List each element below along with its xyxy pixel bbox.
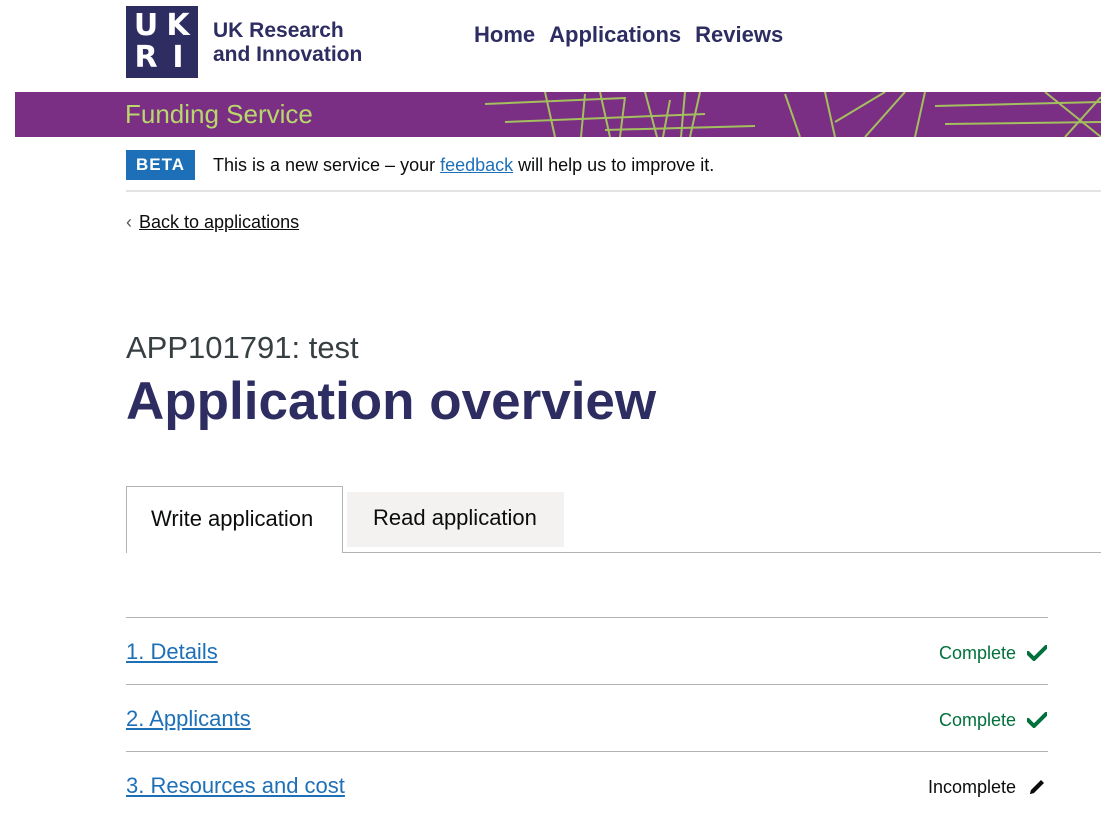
status-complete: Complete: [939, 709, 1048, 731]
task-list: 1. Details Complete 2. Applicants Comple…: [126, 617, 1048, 814]
nav-reviews[interactable]: Reviews: [695, 22, 783, 48]
tab-list: Write application Read application: [126, 486, 1101, 553]
nav-applications[interactable]: Applications: [549, 22, 681, 48]
nav-home[interactable]: Home: [474, 22, 535, 48]
main-navigation: Home Applications Reviews: [474, 22, 783, 48]
logo-letter: K: [166, 8, 190, 43]
page-title: Application overview: [126, 372, 657, 431]
status-text: Complete: [938, 710, 1016, 730]
status-text: Incomplete: [927, 777, 1016, 797]
application-caption: APP101791: test: [126, 330, 359, 365]
task-resources-and-cost-link[interactable]: 3. Resources and cost: [126, 773, 345, 799]
banner-text-before: This is a new service – your: [213, 155, 441, 175]
tab-read-application[interactable]: Read application: [347, 492, 564, 547]
beta-tag: BETA: [126, 150, 196, 180]
task-list-item: 1. Details Complete: [126, 617, 1048, 684]
logo-letter: I: [172, 40, 184, 75]
decorative-line-pattern: [485, 92, 1101, 137]
check-icon: [1026, 709, 1048, 731]
chevron-left-icon: ‹: [126, 212, 132, 232]
logo-letter: R: [134, 40, 158, 75]
pencil-icon: [1026, 776, 1048, 798]
back-to-applications-link[interactable]: Back to applications: [139, 211, 299, 233]
task-list-item: 3. Resources and cost Incomplete: [126, 751, 1048, 814]
task-applicants-link[interactable]: 2. Applicants: [126, 706, 251, 732]
logo-letter: U: [133, 8, 159, 43]
status-text: Complete: [938, 643, 1016, 663]
service-name-bar: Funding Service: [15, 92, 1101, 137]
banner-text-after: will help us to improve it.: [513, 155, 715, 175]
check-icon: [1026, 642, 1048, 664]
status-complete: Complete: [939, 642, 1048, 664]
task-details-link[interactable]: 1. Details: [126, 639, 218, 665]
feedback-link[interactable]: feedback: [440, 155, 513, 175]
tab-write-application[interactable]: Write application: [126, 486, 343, 553]
phase-banner: BETA This is a new service – your feedba…: [126, 150, 1101, 192]
site-header: U K R I UK Research and Innovation Home …: [0, 0, 1101, 92]
org-name-line2: and Innovation: [213, 43, 363, 66]
phase-banner-text: This is a new service – your feedback wi…: [213, 154, 714, 176]
back-link-container: ‹ Back to applications: [126, 211, 299, 233]
status-incomplete: Incomplete: [928, 776, 1048, 798]
task-list-item: 2. Applicants Complete: [126, 684, 1048, 751]
ukri-logo[interactable]: U K R I: [126, 6, 198, 78]
org-name-line1: UK Research: [213, 19, 344, 42]
organisation-name: UK Research and Innovation: [213, 19, 403, 67]
service-name: Funding Service: [125, 99, 313, 129]
